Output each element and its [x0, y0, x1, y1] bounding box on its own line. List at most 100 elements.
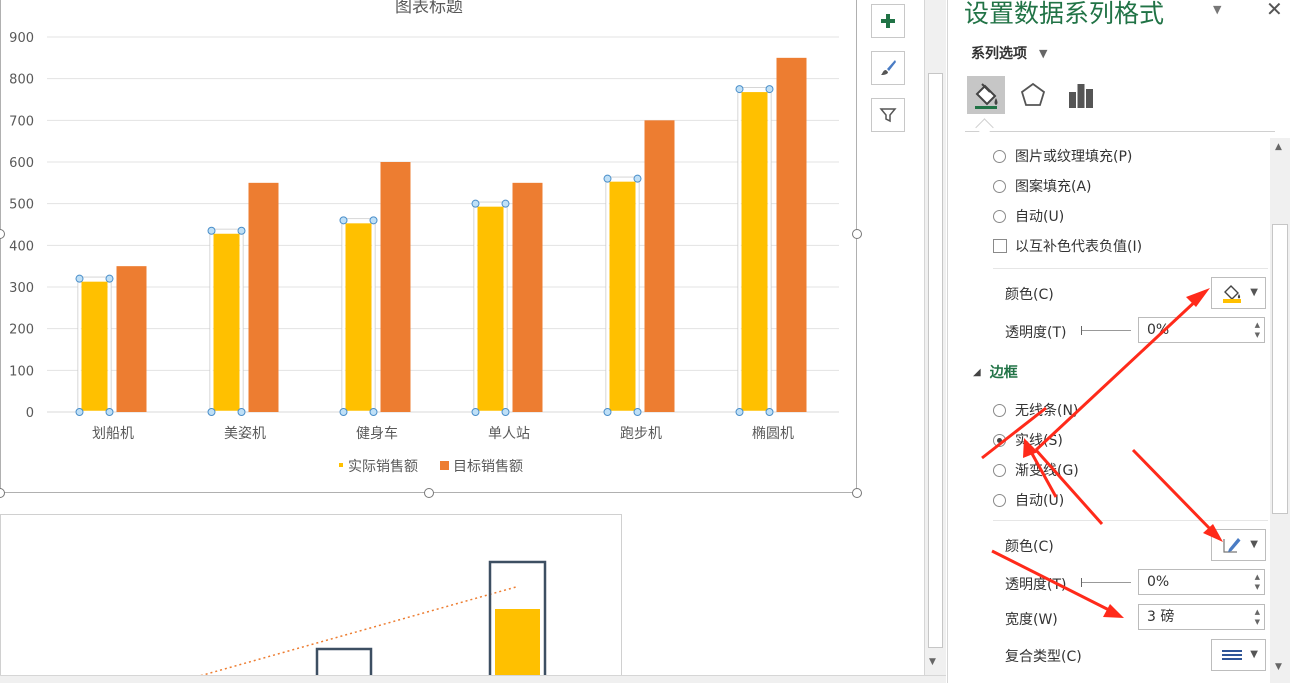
- selection-handle: [339, 408, 348, 416]
- radio-no-line[interactable]: [993, 403, 1006, 417]
- radio-auto-line[interactable]: [993, 493, 1006, 507]
- bar-actual: [741, 92, 768, 412]
- pane-scroll-thumb[interactable]: [1272, 224, 1288, 514]
- invert-if-negative-checkbox[interactable]: [993, 239, 1007, 253]
- invert-if-negative[interactable]: 以互补色代表负值(I): [993, 236, 1142, 256]
- sheet-horizontal-scrollbar[interactable]: [0, 675, 946, 683]
- x-tick-label: 单人站: [488, 426, 530, 442]
- spin-arrows-icon[interactable]: ▲ ▼: [1255, 607, 1260, 627]
- y-tick-label: 0: [26, 406, 34, 421]
- bar-target: [512, 182, 543, 412]
- chevron-down-icon[interactable]: ▼: [1250, 649, 1258, 660]
- bar-target: [116, 266, 147, 412]
- chart-resize-handle[interactable]: [852, 488, 862, 498]
- collapse-triangle-icon[interactable]: ◢: [973, 367, 981, 378]
- actual-fill-bar: [495, 609, 540, 675]
- border-color-picker[interactable]: ▼: [1211, 529, 1266, 561]
- slider-handle[interactable]: [1081, 326, 1082, 335]
- tab-divider: [965, 131, 1275, 132]
- chart-resize-handle[interactable]: [0, 488, 5, 498]
- border-option-none[interactable]: 无线条(N): [993, 400, 1078, 420]
- chart-filters-button[interactable]: [871, 98, 905, 132]
- selection-handle: [603, 174, 612, 183]
- tab-fill-line[interactable]: [967, 76, 1005, 114]
- border-section-header[interactable]: ◢ 边框: [973, 362, 1018, 382]
- selection-handle: [369, 408, 378, 416]
- spin-arrows-icon[interactable]: ▲ ▼: [1255, 572, 1260, 592]
- legend-label-actual: 实际销售额: [348, 459, 418, 475]
- compound-type-picker[interactable]: ▼: [1211, 639, 1266, 671]
- selection-handle: [207, 226, 216, 235]
- fill-transparency-input[interactable]: 0% ▲ ▼: [1138, 317, 1265, 343]
- fill-color-label: 颜色(C): [1005, 287, 1054, 303]
- compound-type-label: 复合类型(C): [1005, 649, 1082, 665]
- sheet-vertical-scrollbar[interactable]: ▼: [924, 0, 946, 675]
- close-icon[interactable]: ✕: [1266, 0, 1283, 21]
- filter-icon: [879, 108, 897, 123]
- fill-option-auto[interactable]: 自动(U): [993, 206, 1064, 226]
- selection-handle: [207, 408, 216, 416]
- border-transparency-input[interactable]: 0% ▲ ▼: [1138, 569, 1265, 595]
- legend-swatch-actual: [339, 463, 343, 467]
- fill-transparency-value: 0%: [1147, 322, 1170, 338]
- pane-options-icon[interactable]: ▼: [1213, 3, 1221, 16]
- series-options-dropdown[interactable]: 系列选项: [971, 43, 1027, 63]
- width-label: 宽度(W): [1005, 612, 1058, 628]
- fill-option-picture[interactable]: 图片或纹理填充(P): [993, 146, 1132, 166]
- slider-handle[interactable]: [1081, 578, 1082, 587]
- bar-actual: [213, 233, 240, 412]
- x-tick-label: 跑步机: [620, 426, 662, 442]
- radio-solid-line[interactable]: [993, 433, 1006, 447]
- chart-resize-handle[interactable]: [424, 488, 434, 498]
- scroll-down-icon[interactable]: ▼: [929, 657, 936, 667]
- chart-elements-button[interactable]: [871, 4, 905, 38]
- border-option-auto[interactable]: 自动(U): [993, 490, 1064, 510]
- spin-arrows-icon[interactable]: ▲ ▼: [1255, 320, 1260, 340]
- border-color-label: 颜色(C): [1005, 539, 1054, 555]
- selection-handle: [471, 199, 480, 208]
- target-outline-bar: [315, 647, 373, 675]
- chart-area[interactable]: 图表标题 0 100 200 300 400 500 600 700 800 900 划船机 美姿机 健身…: [0, 0, 857, 493]
- second-chart[interactable]: [0, 514, 622, 675]
- chart-resize-handle[interactable]: [852, 229, 862, 239]
- y-tick-label: 900: [9, 31, 34, 46]
- border-transparency-slider[interactable]: [1081, 582, 1131, 583]
- column-chart[interactable]: 图表标题 0 100 200 300 400 500 600 700 800 900 划船机 美姿机 健身…: [1, 0, 858, 493]
- pane-vertical-scrollbar[interactable]: ▲ ▼: [1270, 138, 1290, 683]
- fill-color-picker[interactable]: ▼: [1211, 277, 1266, 309]
- selection-handle: [765, 408, 774, 416]
- scroll-down-icon[interactable]: ▼: [1275, 662, 1282, 672]
- chevron-down-icon[interactable]: ▼: [1250, 287, 1258, 298]
- selection-handle: [339, 216, 348, 225]
- width-value: 3 磅: [1147, 609, 1175, 625]
- selection-handle: [735, 408, 744, 416]
- x-tick-label: 划船机: [92, 426, 134, 442]
- chart-styles-button[interactable]: [871, 51, 905, 85]
- tab-series-options[interactable]: [1062, 76, 1100, 114]
- invert-if-negative-label: 以互补色代表负值(I): [1015, 239, 1143, 255]
- selection-handle: [765, 85, 774, 94]
- chevron-down-icon[interactable]: ▼: [1250, 539, 1258, 550]
- x-tick-label: 椭圆机: [752, 426, 794, 442]
- width-input[interactable]: 3 磅 ▲ ▼: [1138, 604, 1265, 630]
- legend-swatch-target: [440, 461, 449, 470]
- scroll-up-icon[interactable]: ▲: [1275, 142, 1282, 152]
- border-option-label: 渐变线(G): [1015, 463, 1079, 479]
- radio-picture-fill[interactable]: [993, 149, 1006, 163]
- fill-option-pattern[interactable]: 图案填充(A): [993, 176, 1092, 196]
- chevron-down-icon[interactable]: ▼: [1039, 47, 1047, 60]
- border-option-label: 自动(U): [1015, 493, 1065, 509]
- y-tick-label: 300: [9, 281, 34, 296]
- bar-target: [380, 162, 411, 412]
- bar-actual: [477, 206, 504, 412]
- radio-pattern-fill[interactable]: [993, 179, 1006, 193]
- sheet-scroll-thumb[interactable]: [928, 73, 943, 648]
- tab-effects[interactable]: [1014, 76, 1052, 114]
- border-option-gradient[interactable]: 渐变线(G): [993, 460, 1079, 480]
- border-option-solid[interactable]: 实线(S): [993, 430, 1063, 450]
- section-separator: [993, 268, 1268, 269]
- fill-transparency-slider[interactable]: [1081, 330, 1131, 331]
- second-chart-plot: [200, 560, 547, 675]
- radio-auto-fill[interactable]: [993, 209, 1006, 223]
- radio-gradient-line[interactable]: [993, 463, 1006, 477]
